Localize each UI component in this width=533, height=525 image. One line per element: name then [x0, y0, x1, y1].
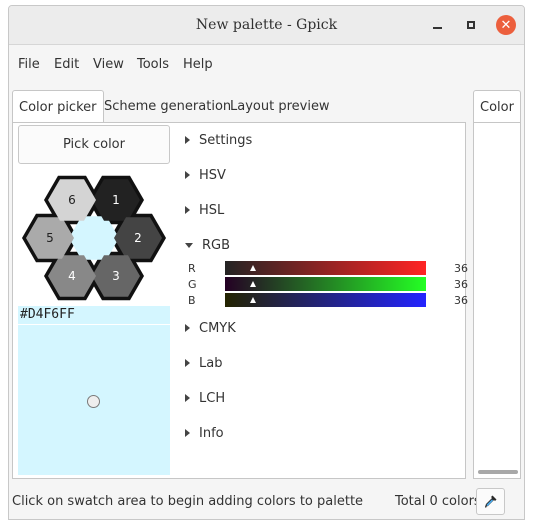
swatch-cursor [87, 395, 100, 408]
slider-label: B [188, 294, 196, 307]
menubar: File Edit View Tools Help [9, 46, 524, 82]
section-label: HSL [199, 202, 225, 218]
color-sections: Settings HSV HSL RGB R 36 G 36 B 36 CMYK… [178, 123, 468, 478]
slider-b-bar[interactable] [225, 293, 426, 307]
pick-color-button[interactable]: Pick color [18, 125, 170, 164]
close-button[interactable]: ✕ [496, 15, 516, 35]
section-info[interactable]: Info [178, 423, 224, 443]
section-label: Lab [199, 355, 223, 371]
slider-value: 36 [454, 278, 468, 291]
expander-right-icon [185, 429, 190, 437]
section-hsl[interactable]: HSL [178, 200, 224, 220]
status-message: Click on swatch area to begin adding col… [12, 494, 364, 509]
slider-label: R [188, 262, 196, 275]
section-rgb[interactable]: RGB [178, 235, 230, 255]
expander-right-icon [185, 394, 190, 402]
menu-tools[interactable]: Tools [137, 57, 169, 72]
swatch-hexagon-graphic: 1 2 3 4 5 6 [22, 175, 166, 301]
section-label: CMYK [199, 320, 236, 336]
tab-color[interactable]: Color [473, 90, 521, 123]
swatch-cell-label: 1 [112, 193, 120, 207]
tab-scheme-generation[interactable]: Scheme generation [104, 90, 231, 123]
slider-b-marker[interactable] [250, 297, 257, 303]
section-settings[interactable]: Settings [178, 130, 252, 150]
hex-value: #D4F6FF [18, 306, 170, 324]
maximize-icon [467, 21, 475, 29]
expander-down-icon [185, 242, 193, 248]
section-hsv[interactable]: HSV [178, 165, 226, 185]
slider-r-marker[interactable] [250, 265, 257, 271]
close-icon: ✕ [500, 17, 512, 33]
swatch-cell-label: 5 [46, 231, 54, 245]
menu-view[interactable]: View [93, 57, 124, 72]
swatch-cell-label: 3 [112, 269, 120, 283]
slider-label: G [188, 278, 197, 291]
slider-b[interactable]: B 36 [188, 293, 468, 308]
menu-file[interactable]: File [18, 57, 40, 72]
section-cmyk[interactable]: CMYK [178, 318, 236, 338]
eyedropper-button[interactable] [476, 488, 505, 515]
swatch-cell-label: 4 [68, 269, 76, 283]
expander-right-icon [185, 136, 190, 144]
swatch-area[interactable] [18, 325, 170, 475]
app-window: New palette - Gpick ✕ File Edit View Too… [8, 5, 525, 520]
expander-right-icon [185, 324, 190, 332]
titlebar: New palette - Gpick ✕ [9, 6, 524, 45]
statusbar: Click on swatch area to begin adding col… [9, 484, 524, 519]
section-label: Info [199, 425, 224, 441]
expander-right-icon [185, 206, 190, 214]
section-label: RGB [202, 237, 231, 253]
expander-right-icon [185, 359, 190, 367]
expander-right-icon [185, 171, 190, 179]
minimize-icon [432, 27, 442, 29]
slider-g-marker[interactable] [250, 281, 257, 287]
section-label: HSV [199, 167, 226, 183]
slider-g-bar[interactable] [225, 277, 426, 291]
swatch-hexagon[interactable]: 1 2 3 4 5 6 [18, 171, 170, 306]
section-label: LCH [199, 390, 226, 406]
menu-edit[interactable]: Edit [54, 57, 79, 72]
slider-g[interactable]: G 36 [188, 277, 468, 292]
slider-r[interactable]: R 36 [188, 261, 468, 276]
palette-panel[interactable] [473, 122, 521, 479]
section-lch[interactable]: LCH [178, 388, 225, 408]
color-count: Total 0 colors [395, 494, 481, 509]
color-picker-panel: Pick color 1 2 3 4 5 6 #D4F6FF Settings HSV H… [12, 122, 468, 479]
minimize-button[interactable] [427, 15, 447, 35]
scrollbar[interactable] [478, 470, 518, 474]
slider-value: 36 [454, 262, 468, 275]
section-lab[interactable]: Lab [178, 353, 222, 373]
slider-value: 36 [454, 294, 468, 307]
menu-help[interactable]: Help [183, 57, 213, 72]
tab-layout-preview[interactable]: Layout preview [230, 90, 330, 123]
eyedropper-icon [484, 495, 496, 508]
section-label: Settings [199, 132, 253, 148]
tab-color-picker[interactable]: Color picker [12, 90, 104, 123]
swatch-cell-label: 2 [134, 231, 142, 245]
maximize-button[interactable] [461, 15, 481, 35]
swatch-cell-label: 6 [68, 193, 76, 207]
slider-r-bar[interactable] [225, 261, 426, 275]
